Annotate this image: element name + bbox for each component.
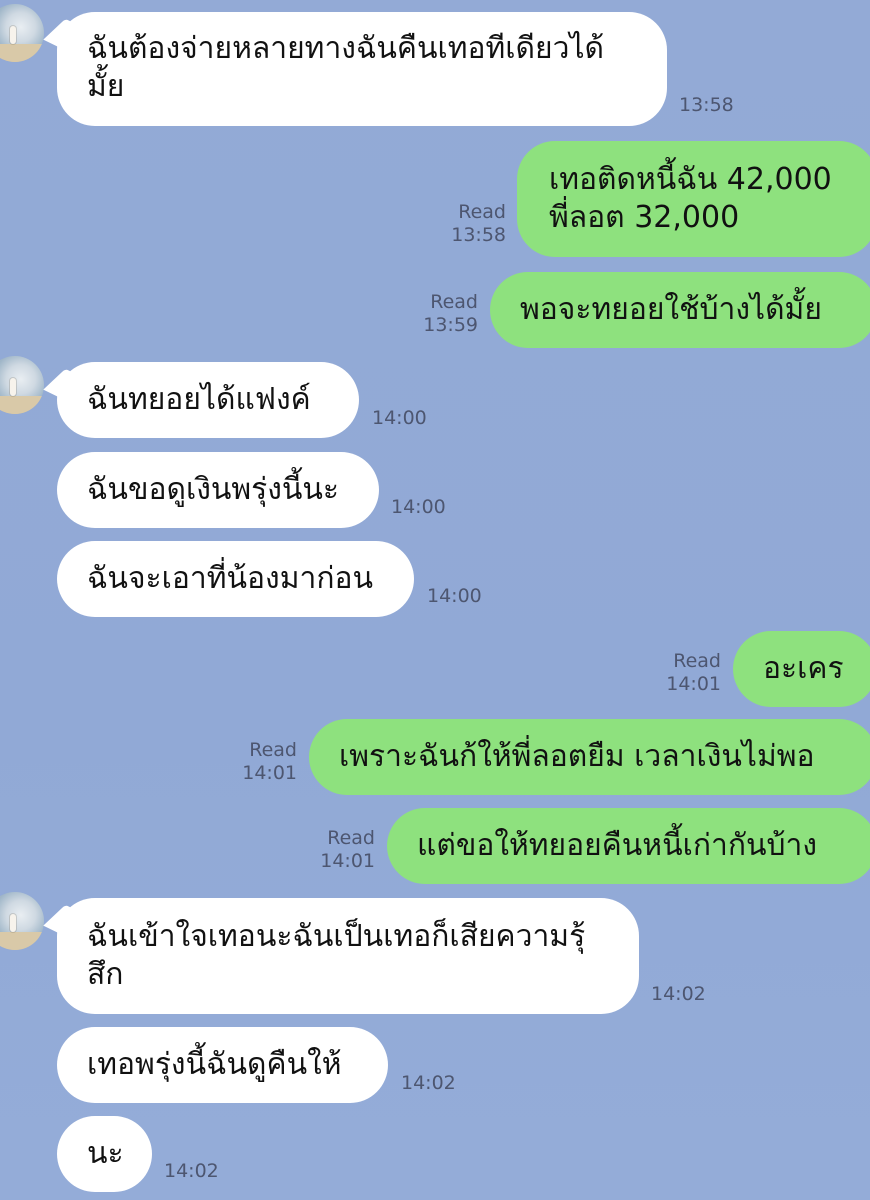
message-time: 14:00 xyxy=(391,496,446,518)
read-receipt: Read 13:59 xyxy=(423,291,478,336)
message-time: 13:58 xyxy=(679,94,734,116)
outgoing-message[interactable]: พอจะทยอยใช้บ้างได้มั้ย xyxy=(490,272,870,348)
contact-avatar[interactable] xyxy=(0,4,44,62)
message-text: แต่ขอให้ทยอยคืนหนี้เก่ากันบ้าง xyxy=(417,828,818,863)
contact-avatar[interactable] xyxy=(0,892,44,950)
message-time: 14:02 xyxy=(164,1160,219,1182)
message-time: 14:00 xyxy=(427,585,482,607)
outgoing-message[interactable]: แต่ขอให้ทยอยคืนหนี้เก่ากันบ้าง xyxy=(387,808,870,884)
message-text: ฉันเข้าใจเทอนะฉันเป็นเทอก็เสียความรุ้ xyxy=(87,919,586,954)
message-text: สึก xyxy=(87,957,124,992)
contact-avatar[interactable] xyxy=(0,356,44,414)
message-text: เทอพรุ่งนี้ฉันดูคืนให้ xyxy=(87,1047,342,1082)
message-text: เทอติดหนี้ฉัน 42,000 xyxy=(549,162,832,197)
read-receipt: Read 13:58 xyxy=(451,201,506,246)
incoming-message[interactable]: เทอพรุ่งนี้ฉันดูคืนให้ xyxy=(57,1027,388,1103)
read-receipt: Read 14:01 xyxy=(242,739,297,784)
incoming-message[interactable]: นะ xyxy=(57,1116,152,1192)
read-receipt: Read 14:01 xyxy=(666,650,721,695)
incoming-message[interactable]: ฉันเข้าใจเทอนะฉันเป็นเทอก็เสียความรุ้ สึ… xyxy=(57,898,639,1014)
message-text: ฉันจะเอาที่น้องมาก่อน xyxy=(87,561,374,596)
message-text: เพราะฉันก้ให้พี่ลอตยืม เวลาเงินไม่พอ xyxy=(339,739,815,774)
message-text: นะ xyxy=(87,1136,124,1171)
outgoing-message[interactable]: เพราะฉันก้ให้พี่ลอตยืม เวลาเงินไม่พอ xyxy=(309,719,870,795)
outgoing-message[interactable]: อะเคร xyxy=(733,631,870,707)
outgoing-message[interactable]: เทอติดหนี้ฉัน 42,000 พี่ลอต 32,000 xyxy=(517,141,870,257)
read-receipt: Read 14:01 xyxy=(320,827,375,872)
incoming-message[interactable]: ฉันต้องจ่ายหลายทางฉันคืนเทอทีเดียวได้ มั… xyxy=(57,12,667,126)
incoming-message[interactable]: ฉันขอดูเงินพรุ่งนี้นะ xyxy=(57,452,379,528)
message-text: ฉันต้องจ่ายหลายทางฉันคืนเทอทีเดียวได้ xyxy=(87,31,605,66)
message-text: มั้ย xyxy=(87,69,125,104)
message-text: พี่ลอต 32,000 xyxy=(549,200,740,235)
message-time: 14:02 xyxy=(401,1072,456,1094)
message-text: อะเคร xyxy=(763,651,844,686)
message-time: 14:02 xyxy=(651,983,706,1005)
message-text: ฉันทยอยได้แฟงค์ xyxy=(87,382,311,417)
incoming-message[interactable]: ฉันจะเอาที่น้องมาก่อน xyxy=(57,541,414,617)
message-time: 14:00 xyxy=(372,407,427,429)
chat-thread[interactable]: ฉันต้องจ่ายหลายทางฉันคืนเทอทีเดียวได้ มั… xyxy=(0,0,870,1200)
message-text: พอจะทยอยใช้บ้างได้มั้ย xyxy=(520,292,822,327)
message-text: ฉันขอดูเงินพรุ่งนี้นะ xyxy=(87,472,340,507)
incoming-message[interactable]: ฉันทยอยได้แฟงค์ xyxy=(57,362,359,438)
